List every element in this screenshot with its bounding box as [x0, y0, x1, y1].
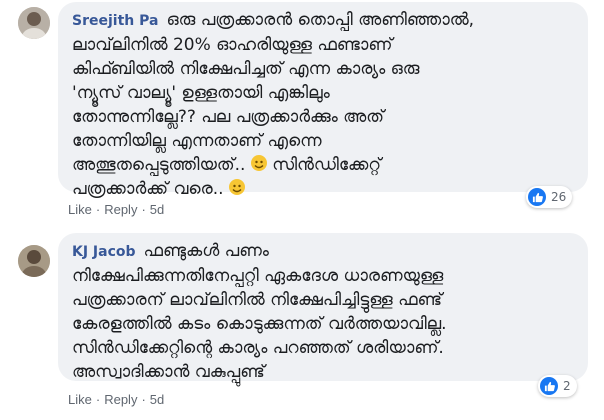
- avatar[interactable]: [18, 245, 50, 277]
- timestamp[interactable]: 5d: [150, 392, 164, 407]
- comment-text-tail: സിൻഡിക്കേറ്റ്: [266, 155, 382, 175]
- comment-bubble: KJ Jacob ഫണ്ടുകൾ പണം നിക്ഷേപിക്കുന്നതിനേപ…: [58, 233, 588, 382]
- reaction-count: 26: [551, 190, 567, 204]
- comment-author[interactable]: Sreejith Pa: [72, 13, 158, 29]
- reply-button[interactable]: Reply: [104, 392, 137, 407]
- comment-bubble: Sreejith Pa ഒരു പത്രക്കാരൻ തൊപ്പി അണിഞ്ഞാ…: [58, 2, 588, 199]
- thumbs-up-icon: [528, 188, 546, 206]
- comment-text-last-line: പത്രക്കാർക്ക് വരെ..: [72, 179, 224, 199]
- avatar[interactable]: [18, 7, 50, 39]
- smiley-emoji-icon: [250, 155, 267, 171]
- comment-actions: Like · Reply · 5d: [68, 392, 164, 407]
- reaction-summary[interactable]: 26: [526, 186, 573, 208]
- comment-text-first: ഫണ്ടുകൾ പണം: [143, 241, 269, 261]
- like-button[interactable]: Like: [68, 392, 92, 407]
- separator: ·: [141, 392, 146, 407]
- like-button[interactable]: Like: [68, 202, 92, 217]
- reaction-count: 2: [563, 379, 571, 393]
- thumbs-up-icon: [540, 377, 558, 395]
- comment-author[interactable]: KJ Jacob: [72, 244, 136, 260]
- reaction-summary[interactable]: 2: [538, 375, 577, 397]
- separator: ·: [95, 202, 101, 217]
- reply-button[interactable]: Reply: [104, 202, 137, 217]
- timestamp[interactable]: 5d: [150, 202, 164, 217]
- comment-text: ഒരു പത്രക്കാരൻ തൊപ്പി അണിഞ്ഞാൽ, ലാവ്‌ലിന…: [72, 10, 475, 175]
- smiley-emoji-icon: [228, 179, 245, 195]
- separator: ·: [141, 202, 146, 217]
- comment-text: നിക്ഷേപിക്കുന്നതിനേപ്പറ്റി ഏകദേശ ധാരണയുള…: [72, 266, 447, 382]
- separator: ·: [95, 392, 101, 407]
- comment-actions: Like · Reply · 5d: [68, 202, 164, 217]
